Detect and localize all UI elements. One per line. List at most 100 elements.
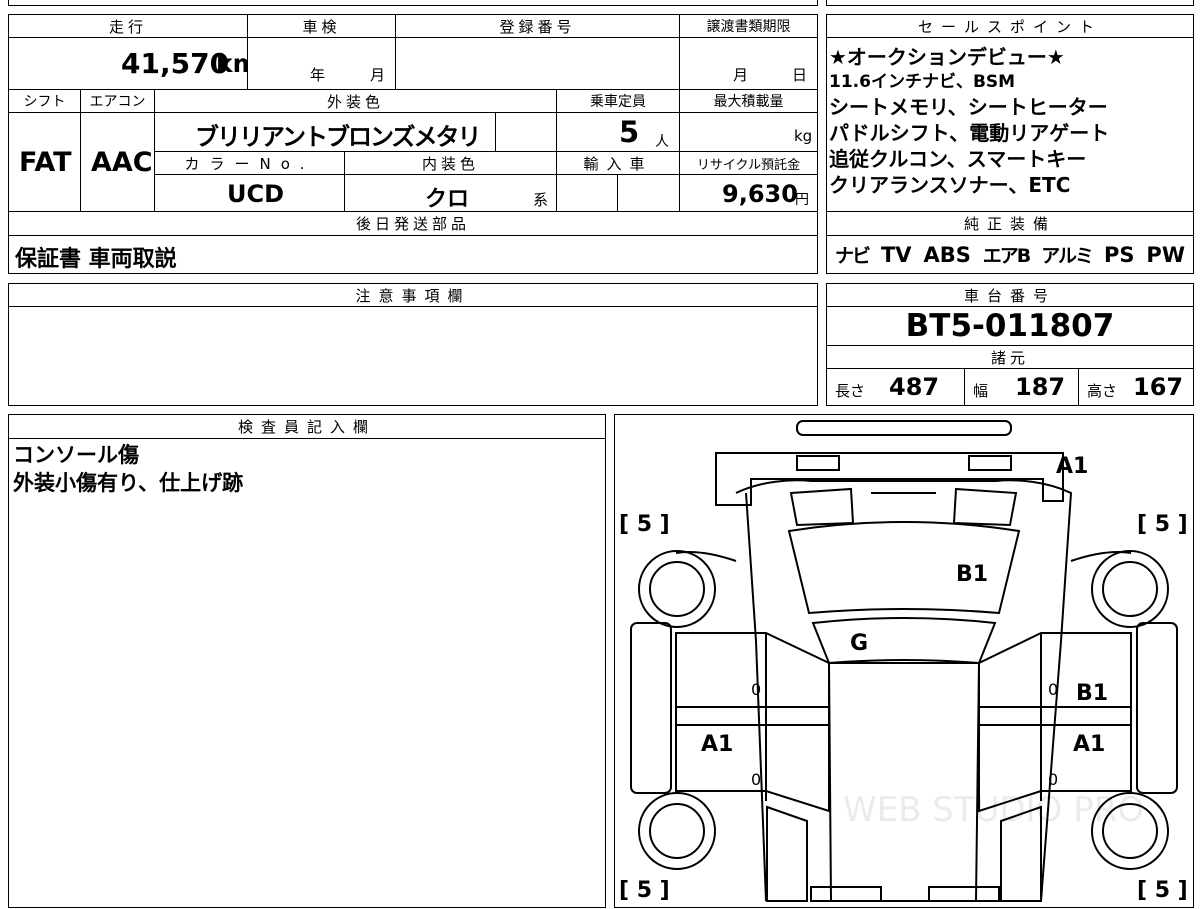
code-left-front-door: A1 xyxy=(701,732,733,757)
watermark: WEB STUDIO PRO xyxy=(843,790,1144,830)
equip-pw: PW xyxy=(1146,242,1185,267)
wheel-front-left xyxy=(638,792,716,870)
rear-lamp-right xyxy=(968,455,1012,471)
roof-panel xyxy=(827,662,981,902)
wheel-rear-right xyxy=(1091,550,1169,628)
standard-equipment-header: 純正装備 xyxy=(826,211,1194,236)
equip-abs: ABS xyxy=(923,242,971,267)
inspection-header: 車検 xyxy=(247,14,396,38)
sales-point-line-1: ★オークションデビュー★ xyxy=(829,45,1065,69)
color-no-header: カラーNo. xyxy=(154,151,345,175)
car-diagram-panel: [ 5 ] [ 5 ] [ 5 ] [ 5 ] A1 B1 G 0 0 B1 A… xyxy=(614,414,1194,908)
inspector-cell: コンソール傷 外装小傷有り、仕上げ跡 xyxy=(8,438,606,908)
spec-height-cell: 高さ 167 xyxy=(1078,368,1194,406)
inspector-header: 検査員記入欄 xyxy=(8,414,606,439)
value-right-front-door: 0 xyxy=(1048,770,1058,789)
sales-points-header: セールスポイント xyxy=(826,14,1194,38)
value-left-front-door: 0 xyxy=(751,770,761,789)
inspection-month-unit: 月 xyxy=(370,66,386,84)
spec-height-label: 高さ xyxy=(1087,382,1118,400)
wheel-rear-left xyxy=(638,550,716,628)
later-parts-value: 保証書 車両取説 xyxy=(15,247,177,272)
capacity-header: 乗車定員 xyxy=(556,89,680,113)
recycle-unit: 円 xyxy=(795,192,809,208)
spec-length-label: 長さ xyxy=(835,382,866,400)
notes-cell xyxy=(8,306,818,406)
registration-cell xyxy=(395,37,680,90)
chassis-cell: BT5-011807 xyxy=(826,306,1194,346)
tire-label-tr: [ 5 ] xyxy=(1137,512,1188,537)
max-load-header: 最大積載量 xyxy=(679,89,818,113)
rear-spoiler xyxy=(796,420,1012,436)
left-front-door xyxy=(675,724,830,813)
interior-color-value: クロ xyxy=(425,187,470,212)
recycle-header: リサイクル預託金 xyxy=(679,151,818,175)
exterior-color-cell: ブリリアントブロンズメタリ xyxy=(154,112,496,152)
registration-header: 登録番号 xyxy=(395,14,680,38)
capacity-cell: 5 人 xyxy=(556,112,680,152)
transfer-deadline-cell: 月 日 xyxy=(679,37,818,90)
code-rear-glass: B1 xyxy=(956,562,988,587)
sales-point-line-3: シートメモリ、シートヒーター xyxy=(829,95,1108,119)
capacity-unit: 人 xyxy=(655,134,669,150)
recycle-value: 9,630 xyxy=(722,180,798,208)
recycle-cell: 9,630 円 xyxy=(679,174,818,212)
notes-header: 注意事項欄 xyxy=(8,283,818,307)
spec-width-cell: 幅 187 xyxy=(964,368,1079,406)
spec-length-cell: 長さ 487 xyxy=(826,368,965,406)
tire-label-br: [ 5 ] xyxy=(1137,878,1188,903)
sales-point-line-2: 11.6インチナビ、BSM xyxy=(829,72,1016,92)
left-sill xyxy=(630,622,672,794)
roof-glass-panel xyxy=(811,617,997,665)
inspection-year-unit: 年 xyxy=(310,66,326,84)
shift-cell: FAT xyxy=(8,112,81,212)
spec-width-value: 187 xyxy=(1015,373,1066,401)
interior-color-suffix: 系 xyxy=(533,191,549,209)
exterior-color-header: 外装色 xyxy=(154,89,557,113)
car-diagram: [ 5 ] [ 5 ] [ 5 ] [ 5 ] A1 B1 G 0 0 B1 A… xyxy=(619,420,1188,903)
mileage-value: 41,570 xyxy=(121,47,230,80)
deadline-day-unit: 日 xyxy=(792,66,808,84)
chassis-header: 車台番号 xyxy=(826,283,1194,307)
inspection-cell: 年 月 xyxy=(247,37,396,90)
interior-color-header: 内装色 xyxy=(344,151,557,175)
standard-equipment-cell: ナビ TV ABS エアB アルミ PS PW xyxy=(826,235,1194,274)
equip-airbag: エアB xyxy=(982,245,1032,267)
right-sill xyxy=(1136,622,1178,794)
rear-lamp-left xyxy=(796,455,840,471)
import-cell-b xyxy=(617,174,680,212)
import-cell-a xyxy=(556,174,618,212)
spec-height-value: 167 xyxy=(1133,373,1184,401)
sales-points-cell: ★オークションデビュー★ 11.6インチナビ、BSM シートメモリ、シートヒータ… xyxy=(826,37,1194,212)
chassis-value: BT5-011807 xyxy=(905,308,1115,344)
load-unit: kg xyxy=(794,127,813,145)
mileage-header: 走行 xyxy=(8,14,248,38)
inspector-line-2: 外装小傷有り、仕上げ跡 xyxy=(13,471,244,495)
color-no-cell: UCD xyxy=(154,174,345,212)
max-load-cell: kg xyxy=(679,112,818,152)
sales-point-line-5: 追従クルコン、スマートキー xyxy=(829,147,1087,171)
interior-color-cell: クロ 系 xyxy=(344,174,557,212)
equip-navi: ナビ xyxy=(835,245,871,267)
sales-point-line-6: クリアランスソナー、ETC xyxy=(829,173,1071,197)
transfer-deadline-header: 譲渡書類期限 xyxy=(679,14,818,38)
shift-header: シフト xyxy=(8,89,81,113)
body-outline xyxy=(735,479,1073,902)
exterior-color-extra-cell xyxy=(495,112,557,152)
ac-cell: AAC xyxy=(80,112,155,212)
equip-ps: PS xyxy=(1103,242,1135,267)
code-right-rear-door: B1 xyxy=(1076,681,1108,706)
equip-tv: TV xyxy=(880,242,912,267)
value-left-rear-door: 0 xyxy=(751,680,761,699)
code-rear-bumper: A1 xyxy=(1056,454,1088,479)
top-cut-strip-right xyxy=(826,0,1194,6)
left-rear-door xyxy=(675,632,830,726)
inspector-line-1: コンソール傷 xyxy=(13,443,139,467)
value-right-rear-door: 0 xyxy=(1048,680,1058,699)
ac-header: エアコン xyxy=(80,89,155,113)
equip-alloy: アルミ xyxy=(1041,245,1094,267)
tire-label-bl: [ 5 ] xyxy=(619,878,670,903)
later-parts-cell: 保証書 車両取説 xyxy=(8,235,818,274)
import-header: 輸入車 xyxy=(556,151,680,175)
sales-point-line-4: パドルシフト、電動リアゲート xyxy=(829,121,1110,145)
